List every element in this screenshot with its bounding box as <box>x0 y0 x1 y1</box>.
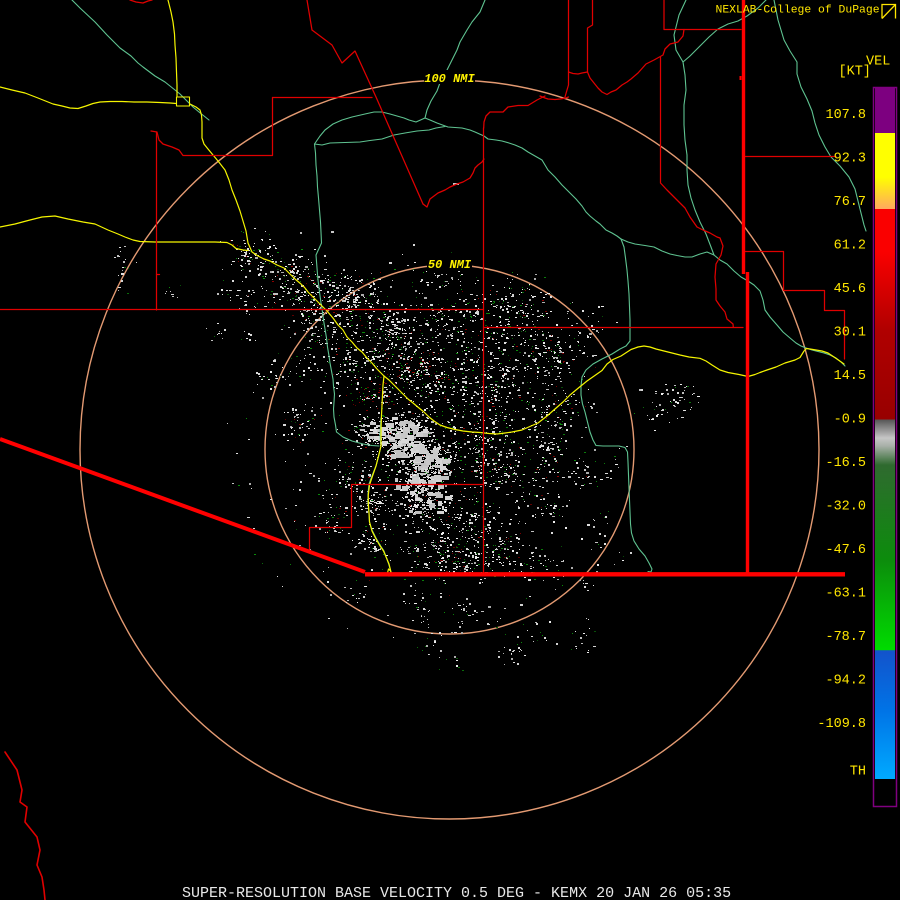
svg-text:-94.2: -94.2 <box>825 674 866 689</box>
svg-text:50 NMI: 50 NMI <box>428 258 472 272</box>
svg-text:-32.0: -32.0 <box>825 500 866 515</box>
svg-text:[KT]: [KT] <box>839 65 871 80</box>
svg-text:-0.9: -0.9 <box>834 413 866 428</box>
svg-text:45.6: 45.6 <box>834 282 866 297</box>
svg-text:-78.7: -78.7 <box>825 630 866 645</box>
svg-text:61.2: 61.2 <box>834 239 866 254</box>
svg-text:30.1: 30.1 <box>834 326 866 341</box>
svg-text:NEXLAB-College of DuPage: NEXLAB-College of DuPage <box>716 5 880 17</box>
svg-text:-63.1: -63.1 <box>825 587 866 602</box>
svg-text:92.3: 92.3 <box>834 152 866 167</box>
svg-text:-109.8: -109.8 <box>817 717 866 732</box>
svg-text:107.8: 107.8 <box>825 108 866 123</box>
svg-text:TH: TH <box>850 765 866 780</box>
svg-text:14.5: 14.5 <box>834 369 866 384</box>
svg-text:-47.6: -47.6 <box>825 543 866 558</box>
svg-text:-16.5: -16.5 <box>825 456 866 471</box>
svg-text:76.7: 76.7 <box>834 195 866 210</box>
svg-text:100 NMI: 100 NMI <box>424 72 475 86</box>
svg-text:SUPER-RESOLUTION BASE VELOCITY: SUPER-RESOLUTION BASE VELOCITY 0.5 DEG -… <box>182 885 731 900</box>
